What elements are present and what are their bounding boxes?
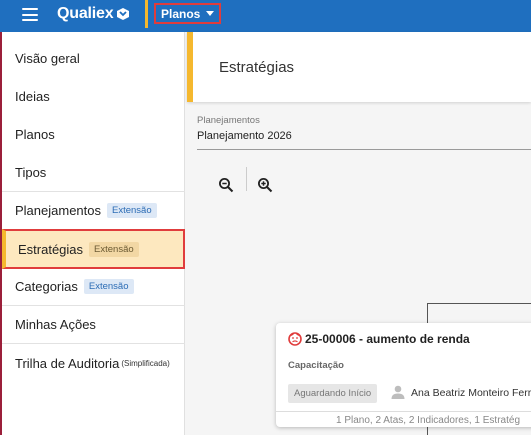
sidebar-item-note: (Simplificada) [121, 358, 170, 368]
brand-logo[interactable]: Qualiex [57, 5, 130, 23]
brand-name: Qualiex [57, 5, 114, 22]
sidebar-item-ideias[interactable]: Ideias [2, 78, 185, 114]
zoom-out-icon[interactable] [218, 177, 234, 193]
strategy-card-title-text: 25-00006 - aumento de renda [305, 332, 470, 346]
page-header: Estratégias [187, 32, 531, 102]
sidebar-item-tipos[interactable]: Tipos [2, 154, 185, 190]
sidebar: Visão geral Ideias Planos Tipos Planejam… [0, 32, 185, 435]
sidebar-item-categorias[interactable]: Categorias Extensão [2, 268, 185, 304]
extension-badge: Extensão [107, 202, 157, 218]
strategy-card-title: 25-00006 - aumento de renda [288, 332, 470, 346]
sidebar-item-estrategias[interactable]: Estratégias Extensão [2, 229, 185, 269]
zoom-in-icon[interactable] [257, 177, 273, 193]
module-selector-label: Planos [161, 6, 201, 21]
user-icon [391, 385, 405, 399]
strategy-card-footer: 1 Plano, 2 Atas, 2 Indicadores, 1 Estrat… [276, 411, 531, 427]
extension-badge: Extensão [83, 278, 134, 294]
accent-divider [145, 0, 148, 28]
tree-connector [427, 303, 531, 304]
sidebar-item-trilha-de-auditoria[interactable]: Trilha de Auditoria (Simplificada) [2, 344, 185, 382]
sidebar-item-visao-geral[interactable]: Visão geral [2, 40, 185, 76]
owner-name: Ana Beatriz Monteiro Ferr [411, 387, 531, 399]
extension-badge: Extensão [89, 241, 139, 257]
sidebar-item-label: Tipos [15, 164, 47, 180]
sidebar-item-minhas-acoes[interactable]: Minhas Ações [2, 306, 185, 342]
status-face-icon [288, 332, 302, 346]
sidebar-item-label: Estratégias [18, 241, 84, 257]
planejamentos-field-label: Planejamentos [197, 115, 260, 126]
zoom-divider [246, 167, 247, 191]
sidebar-item-label: Ideias [15, 88, 50, 104]
sidebar-item-planos[interactable]: Planos [2, 116, 185, 152]
planejamentos-select[interactable]: Planejamento 2026 [197, 130, 531, 150]
status-badge: Aguardando Início [288, 384, 378, 403]
strategy-card[interactable]: 25-00006 - aumento de renda Capacitação … [276, 323, 531, 427]
top-bar: Qualiex Planos [0, 0, 531, 32]
sidebar-item-label: Visão geral [15, 50, 80, 66]
tree-connector [427, 303, 428, 324]
hamburger-menu-icon[interactable] [22, 8, 38, 21]
strategy-card-category: Capacitação [288, 360, 344, 371]
sidebar-item-label: Planos [15, 126, 55, 142]
module-selector-button[interactable]: Planos [154, 3, 222, 24]
sidebar-item-label: Categorias [15, 278, 78, 294]
sidebar-item-label: Minhas Ações [15, 316, 96, 332]
sidebar-item-label: Trilha de Auditoria [15, 355, 120, 371]
brand-mark-icon [117, 8, 130, 20]
sidebar-item-planejamentos[interactable]: Planejamentos Extensão [2, 192, 185, 228]
sidebar-item-label: Planejamentos [15, 202, 101, 218]
caret-down-icon [206, 11, 215, 16]
tree-connector [427, 427, 428, 435]
page-title: Estratégias [219, 59, 295, 76]
